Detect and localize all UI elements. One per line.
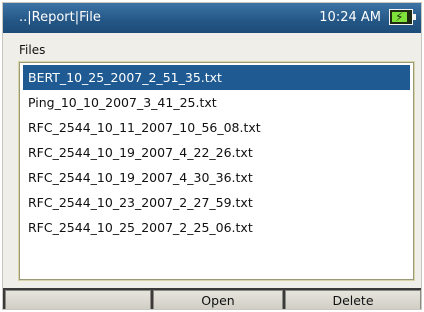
battery-charging-icon: ⚡ [389,9,416,25]
files-label: Files [19,43,46,57]
file-list-item[interactable]: RFC_2544_10_11_2007_10_56_08.txt [23,115,410,140]
charging-bolt-icon: ⚡ [395,10,404,24]
file-list-item[interactable]: RFC_2544_10_19_2007_4_30_36.txt [23,165,410,190]
button-bar: Open Delete [3,288,421,309]
delete-button[interactable]: Delete [285,290,421,309]
empty-soft-button[interactable] [5,290,151,309]
file-list[interactable]: BERT_10_25_2007_2_51_35.txt Ping_10_10_2… [18,61,415,281]
file-list-item[interactable]: RFC_2544_10_25_2007_2_25_06.txt [23,215,410,240]
file-list-item[interactable]: BERT_10_25_2007_2_51_35.txt [23,65,410,90]
file-list-item[interactable]: RFC_2544_10_19_2007_4_22_26.txt [23,140,410,165]
title-bar: ..|Report|File 10:24 AM ⚡ [3,3,421,33]
device-screen: ..|Report|File 10:24 AM ⚡ Files BERT_10_… [2,2,422,310]
window-title: ..|Report|File [19,10,101,25]
file-list-item[interactable]: RFC_2544_10_23_2007_2_27_59.txt [23,190,410,215]
open-button[interactable]: Open [153,290,283,309]
clock: 10:24 AM [319,10,381,25]
file-list-item[interactable]: Ping_10_10_2007_3_41_25.txt [23,90,410,115]
